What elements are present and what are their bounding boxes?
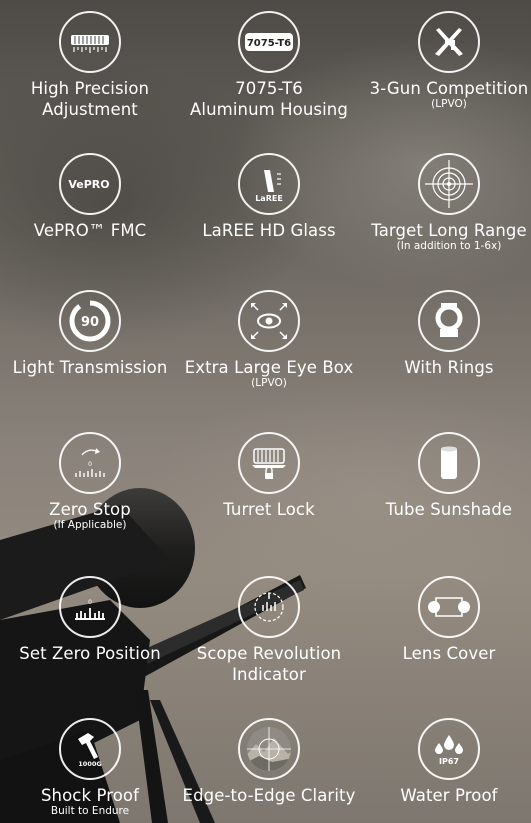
zero-stop-icon: 0	[59, 432, 121, 494]
feature-subtitle: Built to Endure	[50, 805, 130, 817]
feature-subtitle: (In addition to 1-6x)	[396, 240, 502, 252]
feature-title: 7075-T6	[235, 79, 303, 98]
feature-turret-lock: Turret Lock	[179, 432, 359, 520]
crossed-rifles-icon	[418, 11, 480, 73]
feature-title: 3-Gun Competition	[369, 79, 529, 98]
feature-with-rings: With Rings	[359, 290, 531, 378]
feature-subtitle: (LPVO)	[431, 98, 467, 110]
badge-text: LaREE	[255, 194, 283, 203]
feature-title: Edge-to-Edge Clarity	[182, 786, 356, 805]
badge-text: VePRO	[68, 178, 109, 191]
feature-title: Lens Cover	[402, 644, 496, 663]
feature-zero-stop: 0 Zero Stop (If Applicable)	[0, 432, 180, 531]
feature-lens-cover: Lens Cover	[359, 576, 531, 664]
feature-tube-sunshade: Tube Sunshade	[359, 432, 531, 520]
feature-title-line2: Indicator	[232, 665, 306, 684]
feature-laree-hd-glass: LaREE LaREE HD Glass	[179, 153, 359, 241]
feature-title: Extra Large Eye Box	[184, 358, 354, 377]
feature-vepro-fmc: VePRO VePRO™ FMC	[0, 153, 180, 241]
feature-shock-proof: 1000G Shock Proof Built to Endure	[0, 718, 180, 817]
feature-scope-revolution-indicator: Scope Revolution Indicator	[179, 576, 359, 685]
badge-text: 90	[81, 315, 99, 330]
feature-title: Shock Proof	[40, 786, 140, 805]
eye-box-icon	[238, 290, 300, 352]
turret-lock-icon	[238, 432, 300, 494]
feature-target-long-range: Target Long Range (In addition to 1-6x)	[359, 153, 531, 252]
feature-subtitle: (LPVO)	[251, 377, 287, 389]
mountain-clarity-icon	[238, 718, 300, 780]
feature-title: Scope Revolution	[196, 644, 342, 663]
feature-title: Set Zero Position	[19, 644, 161, 663]
light-transmission-icon: 90	[59, 290, 121, 352]
feature-title: Zero Stop	[49, 500, 131, 519]
hammer-icon: 1000G	[59, 718, 121, 780]
feature-title-line2: Adjustment	[42, 100, 138, 119]
feature-3-gun-competition: 3-Gun Competition (LPVO)	[359, 11, 531, 110]
feature-title: With Rings	[404, 358, 494, 377]
rifle-scope-silhouette	[0, 488, 306, 823]
badge-text: 0	[88, 461, 92, 468]
badge-text: 7075-T6	[247, 38, 291, 49]
feature-extra-large-eye-box: Extra Large Eye Box (LPVO)	[179, 290, 359, 389]
target-icon	[418, 153, 480, 215]
feature-title: Turret Lock	[223, 500, 315, 519]
set-zero-icon: 0	[59, 576, 121, 638]
feature-water-proof: IP67 Water Proof	[359, 718, 531, 806]
feature-set-zero-position: 0 Set Zero Position	[0, 576, 180, 664]
feature-title: Water Proof	[400, 786, 498, 805]
sunshade-icon	[418, 432, 480, 494]
scope-ring-icon	[418, 290, 480, 352]
badge-text: 0	[88, 599, 92, 606]
turret-adjustment-icon	[59, 11, 121, 73]
feature-title: Light Transmission	[12, 358, 168, 377]
feature-light-transmission: 90 Light Transmission	[0, 290, 180, 378]
feature-title: LaREE HD Glass	[202, 221, 336, 240]
feature-title: Target Long Range	[371, 221, 527, 240]
aluminum-7075-icon: 7075-T6	[238, 11, 300, 73]
feature-edge-to-edge-clarity: Edge-to-Edge Clarity	[179, 718, 359, 806]
feature-high-precision-adjustment: High Precision Adjustment	[0, 11, 180, 120]
badge-text: IP67	[439, 757, 459, 766]
feature-subtitle: (If Applicable)	[53, 519, 127, 531]
water-drops-icon: IP67	[418, 718, 480, 780]
revolution-indicator-icon	[238, 576, 300, 638]
lens-cover-icon	[418, 576, 480, 638]
vepro-coating-icon: VePRO	[59, 153, 121, 215]
feature-title-line2: Aluminum Housing	[190, 100, 348, 119]
feature-title: VePRO™ FMC	[33, 221, 147, 240]
feature-7075-aluminum: 7075-T6 7075-T6 Aluminum Housing	[179, 11, 359, 120]
feature-title: Tube Sunshade	[385, 500, 513, 519]
badge-text: 1000G	[78, 760, 101, 768]
hd-glass-icon: LaREE	[238, 153, 300, 215]
feature-title: High Precision	[30, 79, 150, 98]
